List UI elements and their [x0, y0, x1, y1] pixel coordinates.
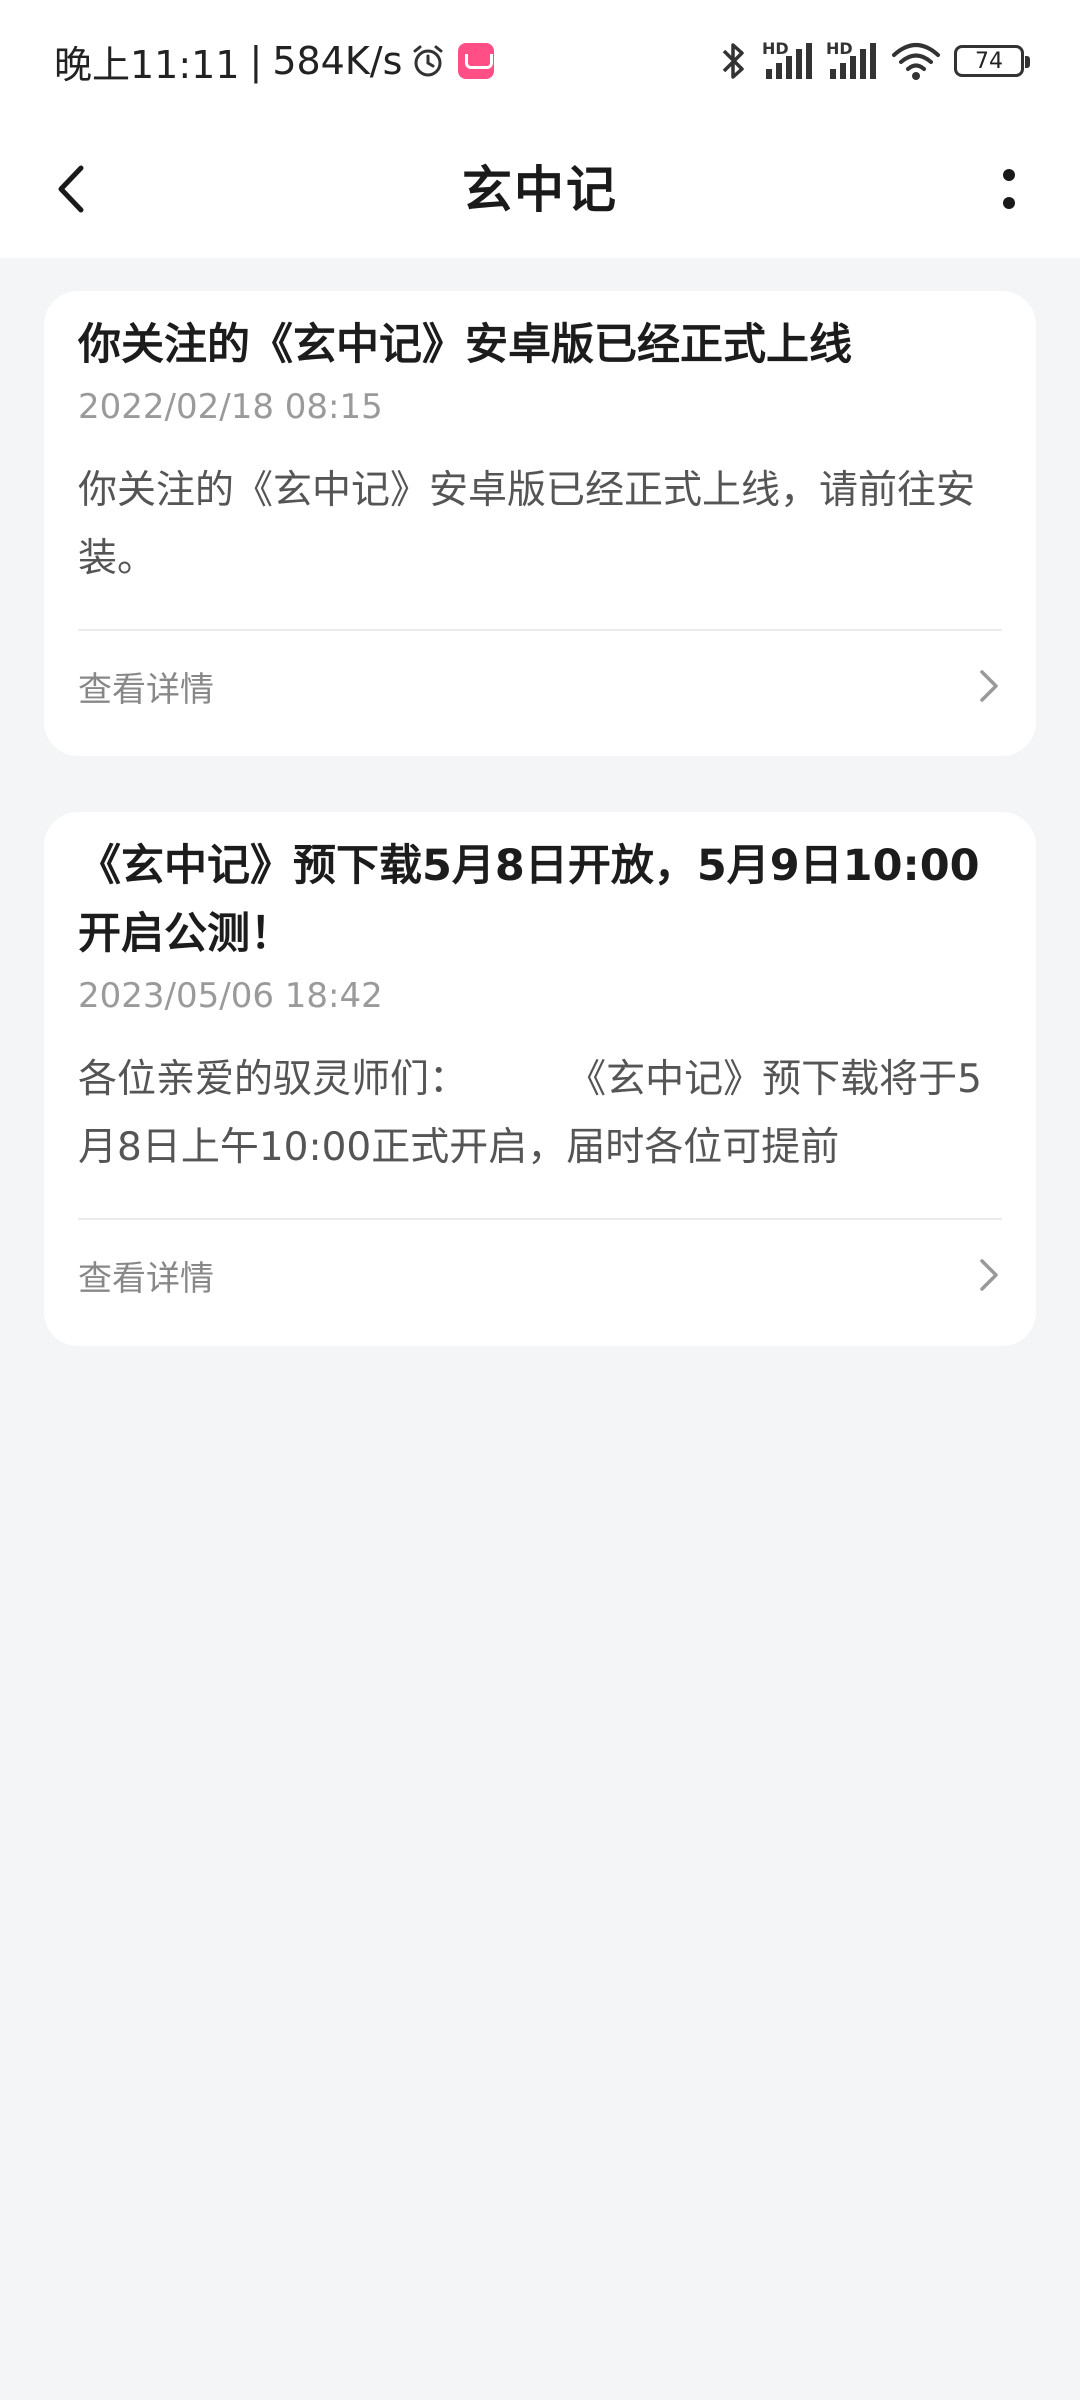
- view-details-label: 查看详情: [78, 669, 214, 710]
- status-right: HD HD 74: [716, 34, 1030, 88]
- more-button[interactable]: [974, 154, 1044, 224]
- notice-body: 各位亲爱的驭灵师们： 《玄中记》预下载将于5月8日上午10:00正式开启，届时各…: [78, 1057, 982, 1170]
- signal-hd-icon: HD: [762, 39, 814, 83]
- battery-level: 74: [975, 48, 1003, 74]
- chevron-right-icon: [980, 1259, 998, 1291]
- view-details-label: 查看详情: [78, 1258, 214, 1299]
- view-details-link[interactable]: 查看详情: [78, 1220, 1002, 1330]
- signal-hd-icon: HD: [826, 39, 878, 83]
- notice-date: 2023/05/06 18:42: [78, 976, 383, 1016]
- bluetooth-icon: [722, 43, 744, 79]
- notice-card[interactable]: 《玄中记》预下载5月8日开放，5月9日10:00开启公测！ 2023/05/06…: [44, 812, 1036, 1346]
- notice-card[interactable]: 你关注的《玄中记》安卓版已经正式上线 2022/02/18 08:15 你关注的…: [44, 291, 1036, 756]
- network-speed: 584K/s: [272, 39, 403, 83]
- notice-title: 《玄中记》预下载5月8日开放，5月9日10:00开启公测！: [78, 841, 980, 959]
- notice-body: 你关注的《玄中记》安卓版已经正式上线，请前往安装。: [78, 468, 976, 581]
- view-details-link[interactable]: 查看详情: [78, 631, 1002, 741]
- app-badge-icon: [458, 43, 495, 79]
- more-vertical-icon: [1003, 169, 1015, 209]
- status-separator: |: [249, 39, 263, 83]
- battery-icon: 74: [954, 45, 1030, 77]
- page-title: 玄中记: [462, 161, 618, 219]
- wifi-icon: [892, 43, 940, 80]
- status-bar: 晚上11:11 | 584K/s HD HD 74: [0, 0, 1080, 120]
- chevron-right-icon: [980, 670, 998, 702]
- notice-date: 2022/02/18 08:15: [78, 387, 383, 427]
- notice-title: 你关注的《玄中记》安卓版已经正式上线: [78, 320, 852, 370]
- status-time: 晚上11:11: [54, 42, 240, 87]
- alarm-icon: [413, 45, 443, 77]
- status-left: 晚上11:11 | 584K/s: [54, 36, 495, 87]
- app-header: 玄中记: [0, 120, 1080, 258]
